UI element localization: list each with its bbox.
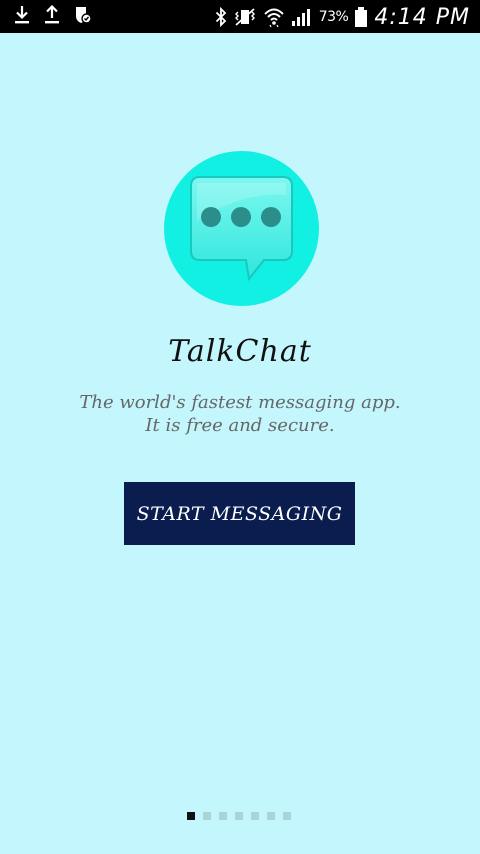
shield-icon bbox=[74, 5, 92, 25]
tagline-line-1: The world's fastest messaging app. bbox=[79, 392, 401, 413]
app-title: TalkChat bbox=[168, 334, 312, 369]
page-dot-5[interactable] bbox=[251, 812, 259, 820]
bluetooth-icon bbox=[215, 7, 227, 27]
upload-icon bbox=[44, 5, 60, 25]
wifi-icon bbox=[263, 6, 285, 28]
battery-percent: 73% bbox=[318, 9, 349, 25]
page-dot-1[interactable] bbox=[187, 812, 195, 820]
notification-icons bbox=[14, 5, 92, 25]
page-indicator bbox=[187, 812, 291, 820]
vibrate-icon bbox=[233, 7, 257, 27]
status-bar: 73% 4:14 PM bbox=[0, 0, 480, 33]
battery-icon bbox=[354, 6, 368, 28]
page-dot-4[interactable] bbox=[235, 812, 243, 820]
page-dot-7[interactable] bbox=[283, 812, 291, 820]
page-dot-6[interactable] bbox=[267, 812, 275, 820]
signal-icon bbox=[291, 7, 313, 27]
chat-bubble-icon bbox=[190, 176, 293, 282]
page-dot-3[interactable] bbox=[219, 812, 227, 820]
clock: 4:14 PM bbox=[374, 4, 470, 30]
tagline-line-2: It is free and secure. bbox=[145, 415, 335, 436]
welcome-screen: 73% 4:14 PM TalkChat The world's fastest… bbox=[0, 0, 480, 854]
app-logo bbox=[164, 151, 319, 306]
download-icon bbox=[14, 5, 30, 25]
start-messaging-button[interactable]: START MESSAGING bbox=[124, 482, 355, 545]
system-icons: 73% 4:14 PM bbox=[215, 2, 470, 32]
page-dot-2[interactable] bbox=[203, 812, 211, 820]
